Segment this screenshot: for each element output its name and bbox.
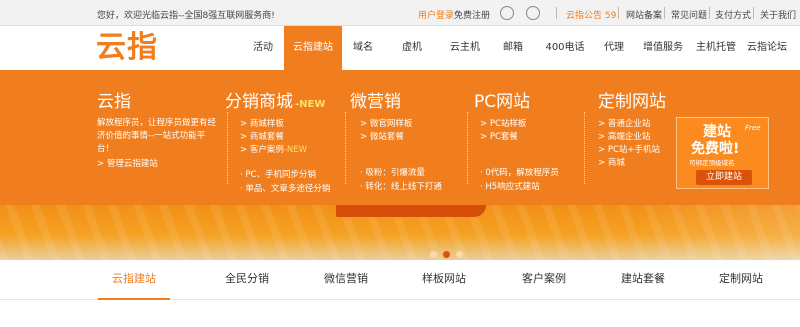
- subnav-packages[interactable]: 建站套餐: [608, 260, 678, 300]
- col3-note-1: · 吸粉：引爆流量: [360, 168, 425, 178]
- top-bar: 您好，欢迎光临云指--全国8强互联网服务商! 用户登录 免费注册 云指公告 59…: [0, 0, 800, 26]
- manage-link[interactable]: > 管理云指建站: [97, 159, 158, 170]
- nav-site-building[interactable]: 云指建站: [284, 26, 342, 70]
- register-link[interactable]: 免费注册: [454, 8, 490, 21]
- link-icp[interactable]: 网站备案: [626, 8, 662, 21]
- page: 您好，欢迎光临云指--全国8强互联网服务商! 用户登录 免费注册 云指公告 59…: [0, 0, 800, 327]
- nav-value-added[interactable]: 增值服务: [639, 26, 687, 70]
- welcome-text: 您好，欢迎光临云指--全国8强互联网服务商!: [97, 11, 275, 21]
- col4-link-2[interactable]: > PC套餐: [480, 132, 518, 143]
- col3-title: 微营销: [350, 92, 401, 112]
- logo[interactable]: 云指: [96, 29, 162, 67]
- promo-line2: 免费啦!: [691, 141, 740, 157]
- slide-dot-1[interactable]: [430, 251, 437, 258]
- promo-small: 可绑定顶级域名: [689, 159, 735, 167]
- slide-dot-3[interactable]: [456, 251, 463, 258]
- col5-title: 定制网站: [598, 92, 666, 112]
- content-area: [0, 300, 800, 327]
- promo-free-en: Free: [745, 124, 761, 132]
- nav-activity[interactable]: 活动: [246, 26, 280, 70]
- divider: [467, 112, 468, 184]
- divider: [618, 7, 619, 19]
- sub-nav: 云指建站 全民分销 微信营销 样板网站 客户案例 建站套餐 定制网站: [0, 260, 800, 300]
- subnav-wechat-marketing[interactable]: 微信营销: [311, 260, 381, 300]
- col5-link-2[interactable]: > 高端企业站: [598, 132, 650, 143]
- nav-forum[interactable]: 云指论坛: [743, 26, 791, 70]
- nav-400-phone[interactable]: 400电话: [541, 26, 589, 70]
- subnav-distribution[interactable]: 全民分销: [212, 260, 282, 300]
- header: 云指 活动 云指建站 域名 虚机 云主机 邮箱 400电话 代理 增值服务 主机…: [0, 26, 800, 70]
- divider: [664, 7, 665, 19]
- col5-link-1[interactable]: > 普通企业站: [598, 119, 650, 130]
- col2-title-text: 分销商城: [225, 92, 293, 112]
- link-payment[interactable]: 支付方式: [715, 8, 751, 21]
- new-badge: -NEW: [295, 99, 326, 110]
- subnav-site-building[interactable]: 云指建站: [98, 260, 170, 300]
- divider: [556, 7, 557, 19]
- banner-graphic: [640, 205, 800, 260]
- divider: [753, 7, 754, 19]
- subnav-custom[interactable]: 定制网站: [706, 260, 776, 300]
- col5-link-4[interactable]: > 商城: [598, 158, 625, 169]
- col4-note-1: · 0代码，解放程序员: [480, 168, 559, 178]
- col2-link-3-text: > 客户案例: [240, 145, 284, 155]
- col1-title: 云指: [97, 92, 131, 112]
- col2-note-2: · 单品、文章多途径分销: [240, 184, 331, 194]
- new-badge: -NEW: [283, 145, 308, 155]
- wechat-icon[interactable]: [500, 6, 514, 20]
- nav-hosting[interactable]: 主机托管: [692, 26, 740, 70]
- col3-note-2: · 转化：线上线下打通: [360, 182, 442, 192]
- free-site-promo[interactable]: 建站 Free 免费啦! 可绑定顶级域名 立即建站: [676, 117, 769, 189]
- col1-desc: 解放程序员，让程序员做更有经济价值的事情--一站式功能平台！: [97, 118, 217, 154]
- nav-domain[interactable]: 域名: [346, 26, 380, 70]
- col2-link-1[interactable]: > 商城样板: [240, 119, 284, 130]
- nav-mail[interactable]: 邮箱: [496, 26, 530, 70]
- banner-graphic: [336, 205, 486, 217]
- col5-link-3[interactable]: > PC站+手机站: [598, 145, 660, 156]
- col2-link-3[interactable]: > 客户案例-NEW: [240, 145, 307, 156]
- nav-cloud-host[interactable]: 云主机: [443, 26, 487, 70]
- col2-link-2[interactable]: > 商城套餐: [240, 132, 284, 143]
- banner[interactable]: [0, 205, 800, 260]
- slide-dot-2[interactable]: [443, 251, 450, 258]
- notice-label: 云指公告: [566, 11, 603, 21]
- divider: [345, 112, 346, 184]
- build-now-button[interactable]: 立即建站: [696, 170, 752, 185]
- link-faq[interactable]: 常见问题: [671, 8, 707, 21]
- notice-count: 59: [604, 11, 617, 21]
- col2-title: 分销商城 -NEW: [225, 87, 325, 112]
- mega-menu: 云指 解放程序员，让程序员做更有经济价值的事情--一站式功能平台！ > 管理云指…: [0, 70, 800, 205]
- subnav-cases[interactable]: 客户案例: [509, 260, 579, 300]
- weibo-icon[interactable]: [526, 6, 540, 20]
- col4-link-1[interactable]: > PC站样板: [480, 119, 526, 130]
- col4-title: PC网站: [474, 92, 531, 112]
- col2-note-1: · PC、手机同步分销: [240, 170, 316, 180]
- divider: [584, 112, 585, 184]
- link-about[interactable]: 关于我们: [760, 8, 796, 21]
- notice-link[interactable]: 云指公告 59: [566, 8, 616, 21]
- col3-link-1[interactable]: > 微官网样板: [360, 119, 412, 130]
- login-link[interactable]: 用户登录: [418, 8, 454, 21]
- divider: [709, 7, 710, 19]
- divider: [227, 112, 228, 184]
- col3-link-2[interactable]: > 微站套餐: [360, 132, 404, 143]
- col4-note-2: · H5响应式建站: [480, 182, 540, 192]
- nav-vhost[interactable]: 虚机: [395, 26, 429, 70]
- nav-agent[interactable]: 代理: [597, 26, 631, 70]
- subnav-templates[interactable]: 样板网站: [409, 260, 479, 300]
